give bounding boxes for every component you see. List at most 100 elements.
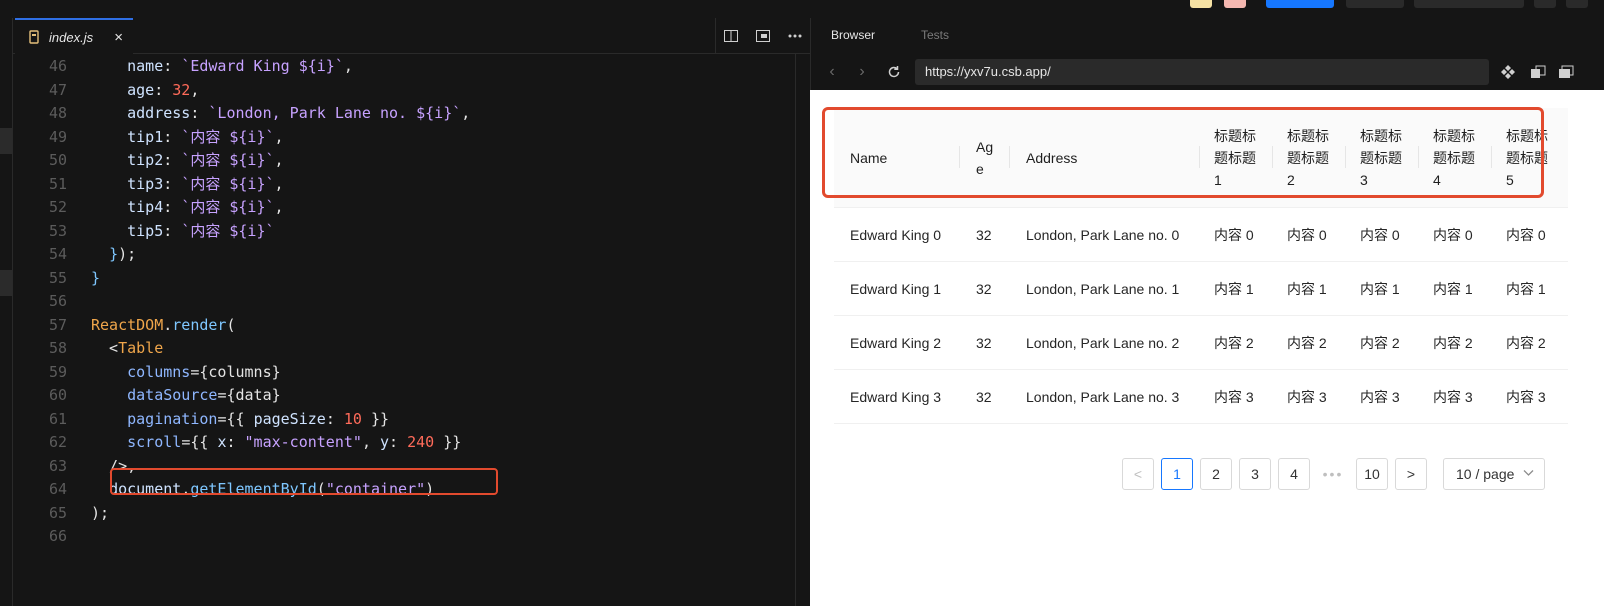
close-icon[interactable]: × [114,29,123,46]
code-line[interactable]: 52 tip4: `内容 ${i}`, [13,195,793,219]
more-icon[interactable] [786,27,804,45]
code-line[interactable]: 58 <Table [13,336,793,360]
code-line[interactable]: 53 tip5: `内容 ${i}` [13,219,793,243]
code-line[interactable]: 64 document.getElementById("container") [13,477,793,501]
toolbar-button[interactable] [1414,0,1524,8]
column-header-name[interactable]: Name [834,108,960,208]
url-input[interactable]: https://yxv7u.csb.app/ [915,59,1489,85]
header-label: Name [850,150,888,166]
code-line[interactable]: 49 tip1: `内容 ${i}`, [13,125,793,149]
table-cell: 内容 1 [1360,281,1400,297]
line-text: scroll={{ x: "max-content", y: 240 }} [127,433,462,451]
tab-index-js[interactable]: index.js × [15,18,133,54]
editor-tab-bar: index.js × [13,18,810,54]
preview-icon[interactable] [754,27,772,45]
next-page-button[interactable]: > [1395,458,1427,490]
tab-label: index.js [49,29,94,45]
line-number: 50 [48,151,67,169]
code-editor: index.js × 46 name: `Edward King ${i}`, 4… [0,18,810,606]
prev-page-button[interactable]: < [1122,458,1154,490]
toolbar-button[interactable] [1566,0,1588,8]
table-cell: 内容 0 [1287,227,1327,243]
line-number: 55 [48,268,67,287]
line-number: 52 [48,198,67,216]
code-line[interactable]: 48 address: `London, Park Lane no. ${i}`… [13,101,793,125]
code-line[interactable]: 60 dataSource={data} [13,383,793,407]
devtools-icon[interactable] [1497,61,1519,83]
tab-browser[interactable]: Browser [831,28,875,42]
page-4-button[interactable]: 4 [1278,458,1310,490]
page-size-value: 10 / page [1456,466,1515,482]
js-file-icon [29,30,41,44]
header-label: Address [1026,150,1078,166]
editor-actions [715,18,810,54]
header-label: 标题标题标题5 [1506,128,1548,188]
line-number: 57 [48,315,67,334]
table-cell: 内容 0 [1506,227,1546,243]
line-text: ); [91,503,110,522]
code-line[interactable]: 55} [13,266,793,290]
back-icon[interactable]: ‹ [821,61,843,83]
line-text: }); [109,245,137,263]
line-text: <Table [91,339,164,357]
column-header-age[interactable]: Age [960,108,1010,208]
code-line[interactable]: 61 pagination={{ pageSize: 10 }} [13,407,793,431]
code-line[interactable]: 59 columns={columns} [13,360,793,384]
table-cell: Edward King 3 [850,389,942,405]
code-line[interactable]: 54 }); [13,242,793,266]
line-number: 56 [48,292,67,310]
code-line[interactable]: 62 scroll={{ x: "max-content", y: 240 }} [13,430,793,454]
copy-icon[interactable] [1527,61,1549,83]
page-1-button[interactable]: 1 [1161,458,1193,490]
reload-icon[interactable] [883,61,905,83]
table-cell: Edward King 1 [850,281,942,297]
line-number: 53 [48,221,67,240]
browser-tab-bar: Browser Tests [810,18,1604,54]
column-header-tip2[interactable]: 标题标题标题2 [1273,108,1346,208]
header-label: Age [976,139,994,177]
toolbar-chip[interactable] [1224,0,1246,8]
line-number: 65 [48,503,67,522]
table-row[interactable]: Edward King 2 32 London, Park Lane no. 2 内容… [834,316,1568,370]
forward-icon[interactable]: › [851,61,873,83]
code-line[interactable]: 66 [13,524,793,548]
code-line[interactable]: 50 tip2: `内容 ${i}`, [13,148,793,172]
primary-button[interactable] [1266,0,1334,8]
table-row[interactable]: Edward King 3 32 London, Park Lane no. 3 内容… [834,370,1568,424]
page-10-button[interactable]: 10 [1356,458,1388,490]
line-number: 46 [48,57,67,75]
column-header-tip5[interactable]: 标题标题标题5 [1492,108,1568,208]
column-header-tip4[interactable]: 标题标题标题4 [1419,108,1492,208]
table-cell: 32 [976,335,992,351]
line-text: tip4: `内容 ${i}`, [127,198,284,216]
line-text: tip2: `内容 ${i}`, [127,151,284,169]
table-cell: 内容 3 [1214,389,1254,405]
header-label: 标题标题标题4 [1433,128,1475,188]
code-line[interactable]: 65); [13,501,793,525]
code-line[interactable]: 63 />, [13,454,793,478]
preview-page: Name Age Address 标题标题标题1 标题标题标题2 标题标题标题3… [810,90,1604,606]
tab-tests[interactable]: Tests [921,28,949,42]
column-header-tip3[interactable]: 标题标题标题3 [1346,108,1419,208]
table-row[interactable]: Edward King 1 32 London, Park Lane no. 1 内容… [834,262,1568,316]
table-row[interactable]: Edward King 0 32 London, Park Lane no. 0 内容… [834,208,1568,262]
window-icon[interactable] [1555,61,1577,83]
code-line[interactable]: 46 name: `Edward King ${i}`, [13,54,793,78]
column-header-tip1[interactable]: 标题标题标题1 [1200,108,1273,208]
code-line[interactable]: 57 ReactDOM.render( [13,313,793,337]
code-line[interactable]: 51 tip3: `内容 ${i}`, [13,172,793,196]
more-pages-ellipsis[interactable]: ••• [1317,458,1349,490]
header-label: 标题标题标题3 [1360,128,1402,188]
toolbar-chip[interactable] [1190,0,1212,8]
split-editor-icon[interactable] [722,27,740,45]
page-3-button[interactable]: 3 [1239,458,1271,490]
code-line[interactable]: 56 [13,289,793,313]
code-area[interactable]: 46 name: `Edward King ${i}`, 47 age: 32, 4… [13,54,810,606]
column-header-address[interactable]: Address [1010,108,1200,208]
page-2-button[interactable]: 2 [1200,458,1232,490]
page-size-select[interactable]: 10 / page [1443,458,1545,490]
toolbar-button[interactable] [1534,0,1556,8]
table-cell: 32 [976,281,992,297]
toolbar-button[interactable] [1346,0,1404,8]
code-line[interactable]: 47 age: 32, [13,78,793,102]
